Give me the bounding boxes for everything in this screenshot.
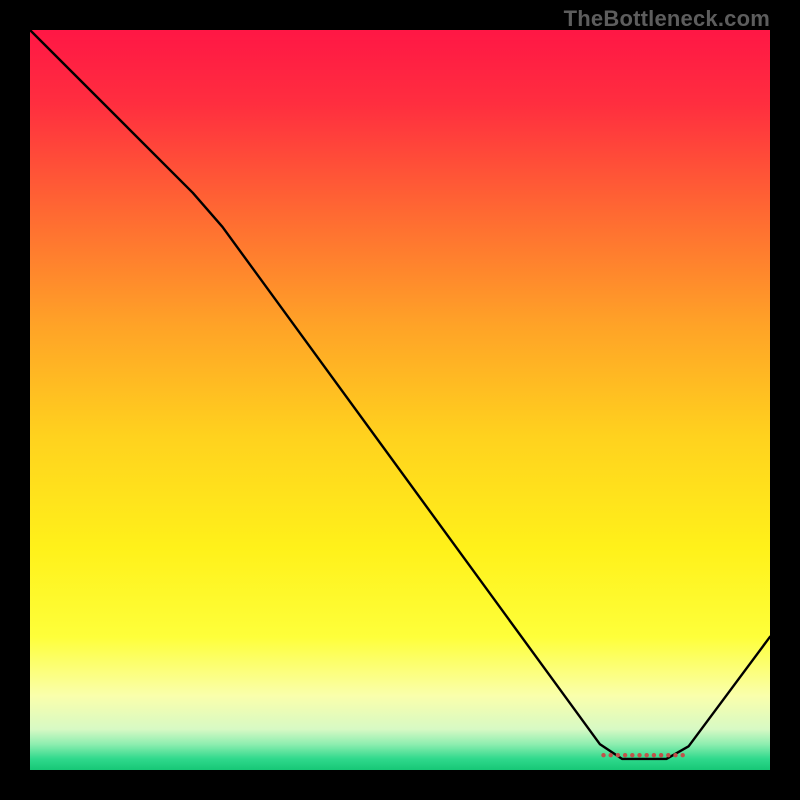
outer-frame: TheBottleneck.com bbox=[0, 0, 800, 800]
marker-dot bbox=[630, 753, 634, 757]
chart-plot-area bbox=[30, 30, 770, 770]
marker-dot bbox=[673, 753, 677, 757]
marker-dot bbox=[659, 753, 663, 757]
marker-dot bbox=[601, 753, 605, 757]
marker-dot bbox=[652, 753, 656, 757]
marker-dot bbox=[645, 753, 649, 757]
marker-dot bbox=[681, 753, 685, 757]
attribution-label: TheBottleneck.com bbox=[564, 6, 770, 32]
chart-svg bbox=[30, 30, 770, 770]
marker-dot bbox=[637, 753, 641, 757]
marker-dot bbox=[609, 753, 613, 757]
marker-dot bbox=[666, 753, 670, 757]
marker-dot bbox=[616, 753, 620, 757]
marker-dot bbox=[623, 753, 627, 757]
